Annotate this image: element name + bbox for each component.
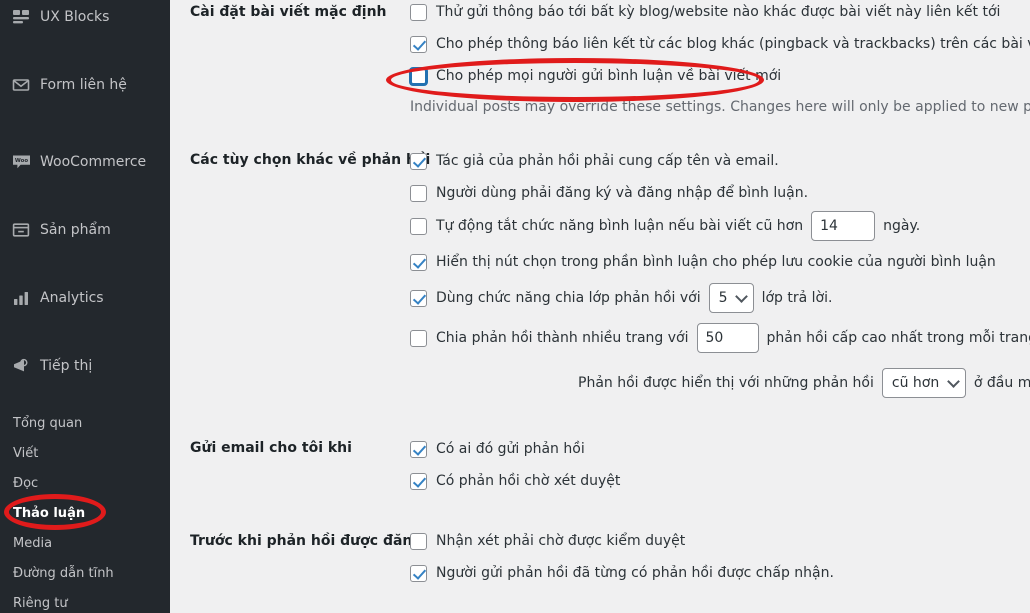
chevron-down-icon	[947, 374, 960, 388]
woo-icon: Woo	[11, 152, 31, 172]
option-label: Người gửi phản hồi đã từng có phản hồi đ…	[436, 565, 834, 581]
sidebar-item-label: Sản phẩm	[40, 221, 111, 238]
option-row-require-registration[interactable]: Người dùng phải đăng ký và đăng nhập để …	[410, 184, 808, 202]
option-row-page-comments[interactable]: Chia phản hồi thành nhiều trang với 50 p…	[410, 323, 1030, 353]
sidebar-item-label: UX Blocks	[40, 8, 110, 25]
option-label: Có ai đó gửi phản hồi	[436, 441, 585, 457]
checkbox-previously-approved[interactable]	[410, 564, 427, 582]
menu-separator	[0, 290, 170, 299]
option-label: Tác giả của phản hồi phải cung cấp tên v…	[436, 153, 779, 169]
checkbox-require-registration[interactable]	[410, 184, 427, 202]
option-row-allow-comments[interactable]: Cho phép mọi người gửi bình luận về bài …	[410, 67, 781, 85]
checkbox-require-name-email[interactable]	[410, 152, 427, 170]
option-row-ping-sites[interactable]: Thử gửi thông báo tới bất kỳ blog/websit…	[410, 3, 1000, 21]
option-label: Phản hồi được hiển thị với những phản hồ…	[578, 375, 874, 391]
option-label: Có phản hồi chờ xét duyệt	[436, 473, 621, 489]
admin-sidebar: UX Blocks Form liên hệ Woo WooCommerce S…	[0, 0, 170, 613]
checkbox-allow-comments[interactable]	[410, 67, 427, 85]
option-row-previously-approved[interactable]: Người gửi phản hồi đã từng có phản hồi đ…	[410, 564, 834, 582]
sidebar-item-label: Tiếp thị	[40, 357, 93, 374]
submenu-item-general[interactable]: Tổng quan	[0, 409, 170, 439]
checkbox-thread-comments[interactable]	[410, 289, 427, 307]
option-label: Dùng chức năng chia lớp phản hồi với	[436, 290, 701, 306]
chevron-down-icon	[734, 289, 748, 303]
option-row-allow-pingbacks[interactable]: Cho phép thông báo liên kết từ các blog …	[410, 35, 1030, 53]
option-label-suffix: ngày.	[883, 218, 921, 234]
option-row-comment-order[interactable]: Phản hồi được hiển thị với những phản hồ…	[578, 368, 1030, 398]
checkbox-ping-sites[interactable]	[410, 3, 427, 21]
checkbox-page-comments[interactable]	[410, 329, 427, 347]
comments-per-page-input[interactable]: 50	[696, 323, 759, 353]
section-label-email-me: Gửi email cho tôi khi	[190, 440, 352, 456]
default-post-description: Individual posts may override these sett…	[410, 99, 1030, 115]
option-row-thread-comments[interactable]: Dùng chức năng chia lớp phản hồi với 5 l…	[410, 283, 832, 313]
discussion-settings-form: Cài đặt bài viết mặc định Thử gửi thông …	[170, 0, 1030, 613]
option-label-suffix: ở đầu mỗi trang.	[973, 375, 1030, 391]
option-label: Hiển thị nút chọn trong phần bình luận c…	[436, 254, 996, 270]
option-label: Cho phép thông báo liên kết từ các blog …	[436, 36, 1030, 52]
svg-text:Woo: Woo	[14, 158, 27, 164]
checkbox-allow-pingbacks[interactable]	[410, 35, 427, 53]
option-label: Nhận xét phải chờ được kiểm duyệt	[436, 533, 686, 549]
admin-screen: UX Blocks Form liên hệ Woo WooCommerce S…	[0, 0, 1030, 613]
option-label: Tự động tắt chức năng bình luận nếu bài …	[436, 218, 804, 234]
sidebar-item-label: WooCommerce	[40, 153, 147, 170]
option-row-manual-approval[interactable]: Nhận xét phải chờ được kiểm duyệt	[410, 532, 685, 550]
section-label-before-publish: Trước khi phản hồi được đăng	[190, 533, 423, 549]
megaphone-icon	[11, 356, 31, 376]
sidebar-item-marketing[interactable]: Tiếp thị	[0, 349, 170, 383]
option-label: Thử gửi thông báo tới bất kỳ blog/websit…	[436, 4, 1001, 20]
menu-separator	[0, 68, 170, 77]
product-box-icon	[11, 220, 31, 240]
close-comments-days-input[interactable]: 14	[811, 211, 876, 241]
option-row-email-new-comment[interactable]: Có ai đó gửi phản hồi	[410, 440, 585, 458]
menu-separator	[0, 213, 170, 222]
section-label-other-comment: Các tùy chọn khác về phản hồi	[190, 152, 431, 168]
section-label-default-post: Cài đặt bài viết mặc định	[190, 4, 387, 20]
checkbox-email-moderation[interactable]	[410, 472, 427, 490]
sidebar-item-label: Form liên hệ	[40, 76, 127, 93]
checkbox-show-cookie-optin[interactable]	[410, 253, 427, 271]
submenu-item-discussion[interactable]: Thảo luận	[0, 499, 170, 529]
submenu-item-media[interactable]: Media	[0, 529, 170, 559]
option-row-email-moderation[interactable]: Có phản hồi chờ xét duyệt	[410, 472, 620, 490]
option-label-suffix: phản hồi cấp cao nhất trong mỗi trang và…	[766, 330, 1030, 346]
submenu-item-privacy[interactable]: Riêng tư	[0, 589, 170, 613]
settings-submenu: Tổng quan Viết Đọc Thảo luận Media Đường…	[0, 407, 170, 613]
comment-order-value: cũ hơn	[891, 375, 940, 391]
option-row-require-name-email[interactable]: Tác giả của phản hồi phải cung cấp tên v…	[410, 152, 779, 170]
option-row-show-cookie-optin[interactable]: Hiển thị nút chọn trong phần bình luận c…	[410, 253, 996, 271]
option-label-suffix: lớp trả lời.	[761, 290, 833, 306]
thread-depth-value: 5	[718, 290, 728, 306]
checkbox-email-new-comment[interactable]	[410, 440, 427, 458]
option-label: Người dùng phải đăng ký và đăng nhập để …	[436, 185, 809, 201]
sidebar-item-ux-blocks[interactable]: UX Blocks	[0, 0, 170, 34]
sidebar-item-woocommerce[interactable]: Woo WooCommerce	[0, 145, 170, 179]
submenu-item-permalinks[interactable]: Đường dẫn tĩnh	[0, 559, 170, 589]
option-row-close-comments-days[interactable]: Tự động tắt chức năng bình luận nếu bài …	[410, 211, 920, 241]
thread-depth-select[interactable]: 5	[708, 283, 754, 313]
submenu-item-writing[interactable]: Viết	[0, 439, 170, 469]
blocks-icon	[11, 7, 31, 27]
checkbox-manual-approval[interactable]	[410, 532, 427, 550]
checkbox-close-comments[interactable]	[410, 217, 427, 235]
comment-order-select[interactable]: cũ hơn	[881, 368, 966, 398]
option-label: Chia phản hồi thành nhiều trang với	[436, 330, 689, 346]
submenu-item-reading[interactable]: Đọc	[0, 469, 170, 499]
envelope-icon	[11, 75, 31, 95]
option-label: Cho phép mọi người gửi bình luận về bài …	[436, 68, 782, 84]
